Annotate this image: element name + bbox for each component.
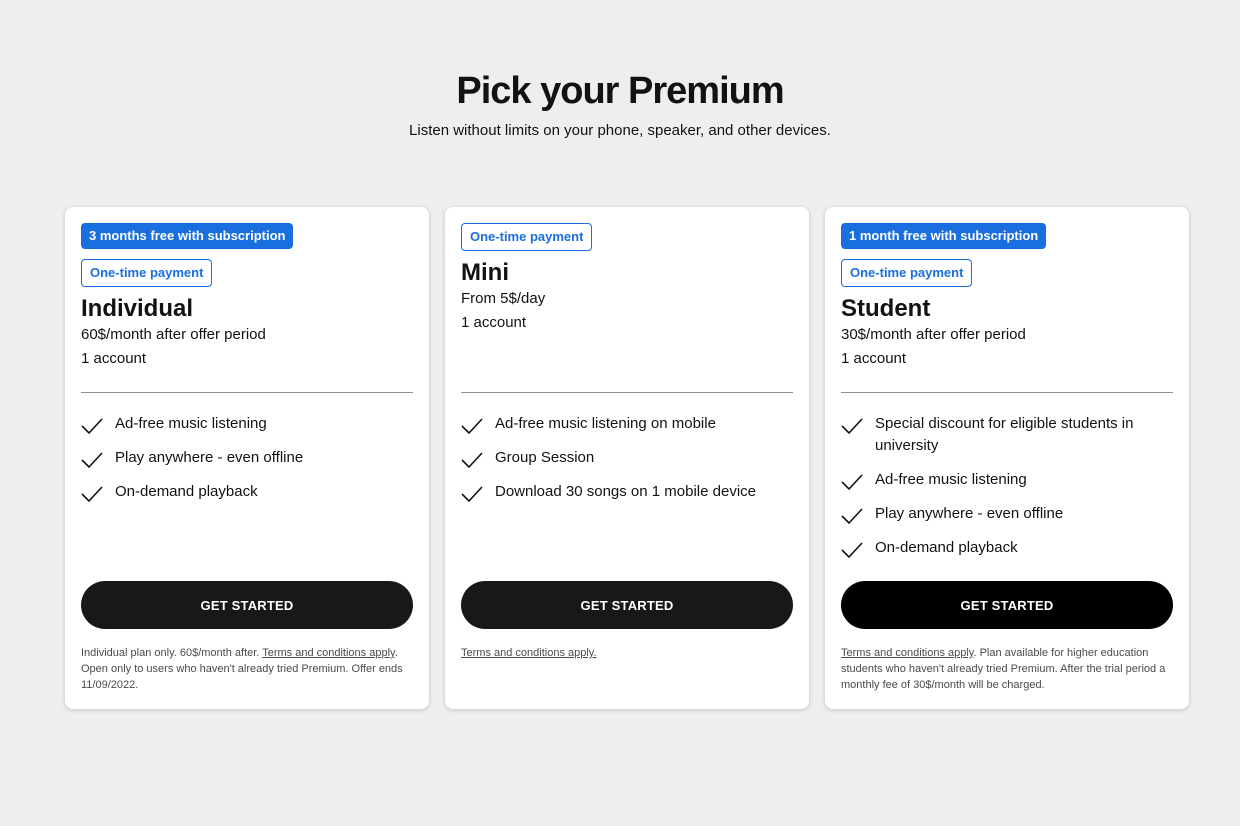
- check-icon: [841, 474, 863, 491]
- feature-item: Group Session: [461, 447, 793, 469]
- plan-card-individual: 3 months free with subscription One-time…: [65, 207, 429, 709]
- plan-price: 60$/month after offer period: [81, 326, 266, 343]
- plan-card-mini: One-time payment Mini From 5$/day 1 acco…: [445, 207, 809, 709]
- feature-list: Special discount for eligible students i…: [841, 413, 1173, 571]
- get-started-button[interactable]: GET STARTED: [841, 581, 1173, 629]
- feature-label: Ad-free music listening on mobile: [495, 415, 716, 432]
- fine-print: Individual plan only. 60$/month after. T…: [81, 645, 413, 693]
- terms-link[interactable]: Terms and conditions apply.: [461, 647, 597, 659]
- plan-price: From 5$/day: [461, 290, 546, 307]
- promo-badge: 3 months free with subscription: [81, 223, 294, 249]
- check-icon: [841, 418, 863, 435]
- check-icon: [841, 508, 863, 525]
- get-started-button[interactable]: GET STARTED: [461, 581, 793, 629]
- terms-link[interactable]: Terms and conditions apply: [841, 647, 973, 659]
- feature-item: Play anywhere - even offline: [81, 447, 413, 469]
- feature-item: Ad-free music listening: [841, 469, 1173, 491]
- feature-label: Play anywhere - even offline: [875, 505, 1064, 522]
- divider: [841, 392, 1173, 393]
- plan-name: Student: [841, 295, 931, 322]
- feature-item: Play anywhere - even offline: [841, 503, 1173, 525]
- get-started-button[interactable]: GET STARTED: [81, 581, 413, 629]
- feature-item: Download 30 songs on 1 mobile device: [461, 481, 793, 503]
- plan-card-student: 1 month free with subscription One-time …: [825, 207, 1189, 709]
- page-title: Pick your Premium: [456, 70, 784, 112]
- check-icon: [81, 452, 103, 469]
- divider: [81, 392, 413, 393]
- feature-label: Group Session: [495, 449, 595, 466]
- feature-item: On-demand playback: [81, 481, 413, 503]
- divider: [461, 392, 793, 393]
- feature-label: Special discount for eligible students i…: [875, 415, 1134, 454]
- fine-print: Terms and conditions apply. Plan availab…: [841, 645, 1173, 693]
- feature-list: Ad-free music listening on mobile Group …: [461, 413, 793, 515]
- check-icon: [461, 486, 483, 503]
- feature-item: Special discount for eligible students i…: [841, 413, 1173, 457]
- check-icon: [81, 418, 103, 435]
- plan-name: Individual: [81, 295, 194, 322]
- feature-item: Ad-free music listening on mobile: [461, 413, 793, 435]
- feature-list: Ad-free music listening Play anywhere - …: [81, 413, 413, 515]
- feature-label: Ad-free music listening: [875, 471, 1027, 488]
- payment-badge: One-time payment: [841, 259, 973, 287]
- feature-label: On-demand playback: [875, 539, 1018, 556]
- plan-price: 30$/month after offer period: [841, 326, 1026, 343]
- plan-name: Mini: [461, 259, 509, 286]
- promo-badge: 1 month free with subscription: [841, 223, 1047, 249]
- feature-label: Ad-free music listening: [115, 415, 267, 432]
- page-subtitle: Listen without limits on your phone, spe…: [409, 122, 831, 139]
- check-icon: [461, 452, 483, 469]
- fine-print: Terms and conditions apply.: [461, 645, 793, 661]
- terms-link[interactable]: Terms and conditions apply: [262, 647, 394, 659]
- fine-print-text: Individual plan only. 60$/month after.: [81, 647, 263, 659]
- payment-badge: One-time payment: [461, 223, 593, 251]
- feature-label: Play anywhere - even offline: [115, 449, 304, 466]
- feature-item: On-demand playback: [841, 537, 1173, 559]
- plan-accounts: 1 account: [81, 350, 147, 367]
- check-icon: [841, 542, 863, 559]
- payment-badge: One-time payment: [81, 259, 213, 287]
- feature-label: On-demand playback: [115, 483, 258, 500]
- check-icon: [81, 486, 103, 503]
- feature-item: Ad-free music listening: [81, 413, 413, 435]
- check-icon: [461, 418, 483, 435]
- feature-label: Download 30 songs on 1 mobile device: [495, 483, 756, 500]
- plan-accounts: 1 account: [461, 314, 527, 331]
- plan-accounts: 1 account: [841, 350, 907, 367]
